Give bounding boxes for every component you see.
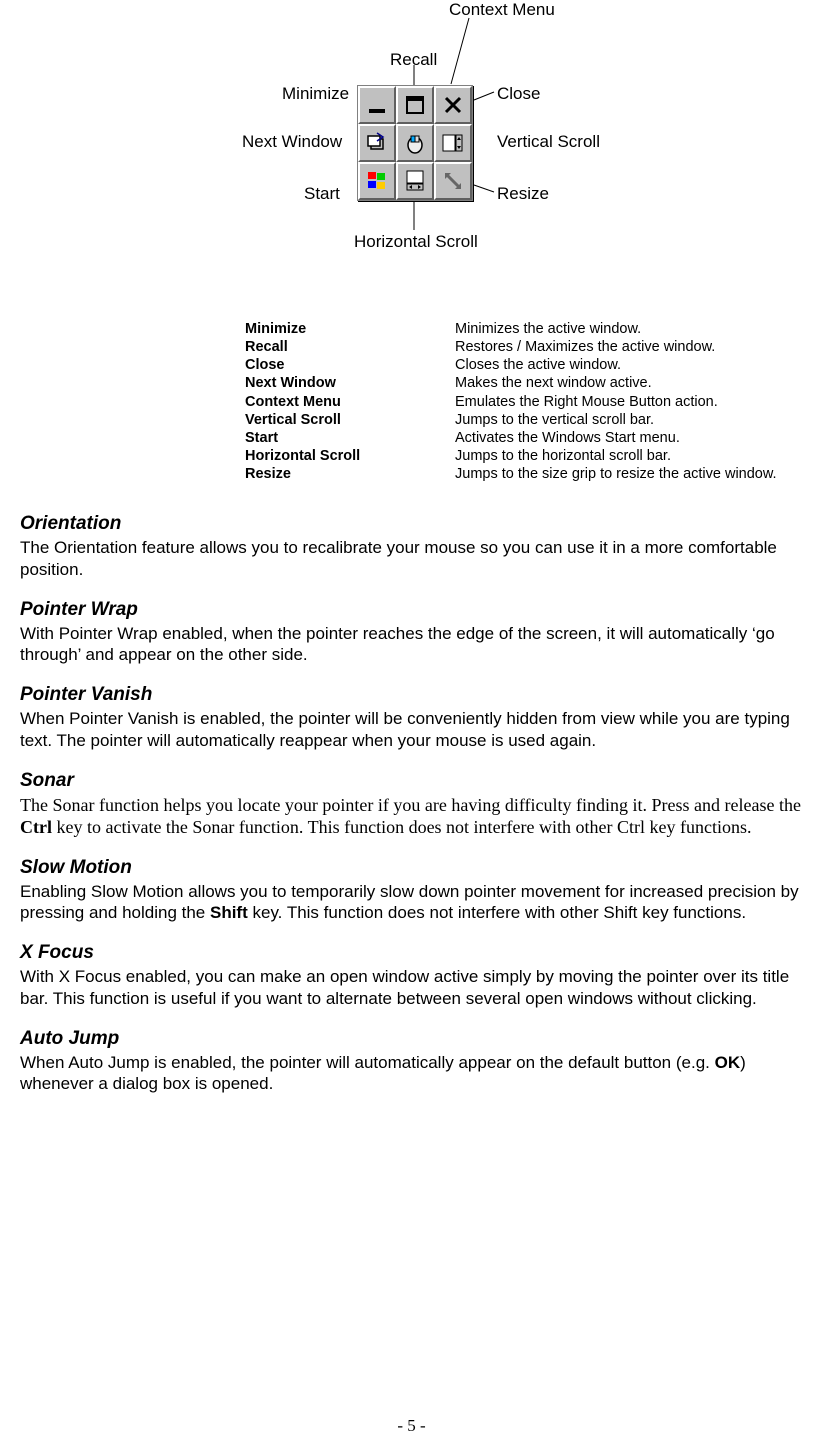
definition-desc: Activates the Windows Start menu. xyxy=(455,429,803,447)
section-x-focus: X Focus With X Focus enabled, you can ma… xyxy=(20,942,803,1010)
resize-button[interactable] xyxy=(434,162,472,200)
body-text: key. This function does not interfere wi… xyxy=(248,903,746,922)
section-slow-motion: Slow Motion Enabling Slow Motion allows … xyxy=(20,857,803,925)
section-pointer-wrap: Pointer Wrap With Pointer Wrap enabled, … xyxy=(20,599,803,667)
recall-button[interactable] xyxy=(396,86,434,124)
toolbar-figure: Context Menu Recall Minimize Close Next … xyxy=(189,0,634,300)
section-pointer-vanish: Pointer Vanish When Pointer Vanish is en… xyxy=(20,684,803,752)
definition-row: Vertical ScrollJumps to the vertical scr… xyxy=(245,411,803,429)
body-bold: OK xyxy=(715,1053,741,1072)
section-heading: Slow Motion xyxy=(20,857,803,879)
section-heading: Pointer Wrap xyxy=(20,599,803,621)
section-body: The Sonar function helps you locate your… xyxy=(20,794,803,839)
figure-label-recall: Recall xyxy=(390,50,437,70)
definition-term: Context Menu xyxy=(245,393,455,411)
context-menu-button[interactable] xyxy=(396,124,434,162)
definition-row: Context MenuEmulates the Right Mouse But… xyxy=(245,393,803,411)
section-heading: Pointer Vanish xyxy=(20,684,803,706)
figure-label-next-window: Next Window xyxy=(242,132,342,152)
section-body: With Pointer Wrap enabled, when the poin… xyxy=(20,623,803,667)
definition-row: ResizeJumps to the size grip to resize t… xyxy=(245,465,803,483)
definition-term: Horizontal Scroll xyxy=(245,447,455,465)
definition-row: CloseCloses the active window. xyxy=(245,356,803,374)
section-heading: Orientation xyxy=(20,513,803,535)
figure-label-minimize: Minimize xyxy=(282,84,349,104)
definition-row: Horizontal ScrollJumps to the horizontal… xyxy=(245,447,803,465)
section-orientation: Orientation The Orientation feature allo… xyxy=(20,513,803,581)
figure-label-resize: Resize xyxy=(497,184,549,204)
definition-row: MinimizeMinimizes the active window. xyxy=(245,320,803,338)
definition-term: Start xyxy=(245,429,455,447)
section-body: When Auto Jump is enabled, the pointer w… xyxy=(20,1052,803,1096)
definition-desc: Restores / Maximizes the active window. xyxy=(455,338,803,356)
page-number: - 5 - xyxy=(0,1416,823,1436)
section-heading: X Focus xyxy=(20,942,803,964)
section-body: The Orientation feature allows you to re… xyxy=(20,537,803,581)
vertical-scroll-button[interactable] xyxy=(434,124,472,162)
figure-label-start: Start xyxy=(304,184,340,204)
cyberjump-toolbar xyxy=(357,85,473,201)
definition-row: StartActivates the Windows Start menu. xyxy=(245,429,803,447)
definition-term: Resize xyxy=(245,465,455,483)
figure-label-horizontal-scroll: Horizontal Scroll xyxy=(354,232,478,252)
definition-desc: Makes the next window active. xyxy=(455,374,803,392)
start-button[interactable] xyxy=(358,162,396,200)
section-heading: Sonar xyxy=(20,770,803,792)
definition-desc: Closes the active window. xyxy=(455,356,803,374)
close-button[interactable] xyxy=(434,86,472,124)
body-text: When Auto Jump is enabled, the pointer w… xyxy=(20,1053,715,1072)
section-heading: Auto Jump xyxy=(20,1028,803,1050)
definition-row: RecallRestores / Maximizes the active wi… xyxy=(245,338,803,356)
section-auto-jump: Auto Jump When Auto Jump is enabled, the… xyxy=(20,1028,803,1096)
definition-list: MinimizeMinimizes the active window. Rec… xyxy=(245,320,803,483)
section-sonar: Sonar The Sonar function helps you locat… xyxy=(20,770,803,839)
definition-term: Recall xyxy=(245,338,455,356)
definition-row: Next WindowMakes the next window active. xyxy=(245,374,803,392)
definition-term: Next Window xyxy=(245,374,455,392)
minimize-button[interactable] xyxy=(358,86,396,124)
body-text: key to activate the Sonar function. This… xyxy=(52,817,752,837)
horizontal-scroll-button[interactable] xyxy=(396,162,434,200)
definition-term: Vertical Scroll xyxy=(245,411,455,429)
definition-desc: Emulates the Right Mouse Button action. xyxy=(455,393,803,411)
definition-term: Minimize xyxy=(245,320,455,338)
definition-desc: Jumps to the vertical scroll bar. xyxy=(455,411,803,429)
figure-label-context-menu: Context Menu xyxy=(449,0,555,20)
figure-label-vertical-scroll: Vertical Scroll xyxy=(497,132,600,152)
definition-desc: Jumps to the size grip to resize the act… xyxy=(455,465,803,483)
body-bold: Shift xyxy=(210,903,248,922)
section-body: Enabling Slow Motion allows you to tempo… xyxy=(20,881,803,925)
definition-term: Close xyxy=(245,356,455,374)
next-window-button[interactable] xyxy=(358,124,396,162)
section-body: When Pointer Vanish is enabled, the poin… xyxy=(20,708,803,752)
section-body: With X Focus enabled, you can make an op… xyxy=(20,966,803,1010)
body-text: The Sonar function helps you locate your… xyxy=(20,795,801,815)
definition-desc: Minimizes the active window. xyxy=(455,320,803,338)
definition-desc: Jumps to the horizontal scroll bar. xyxy=(455,447,803,465)
figure-label-close: Close xyxy=(497,84,540,104)
body-bold: Ctrl xyxy=(20,817,52,837)
